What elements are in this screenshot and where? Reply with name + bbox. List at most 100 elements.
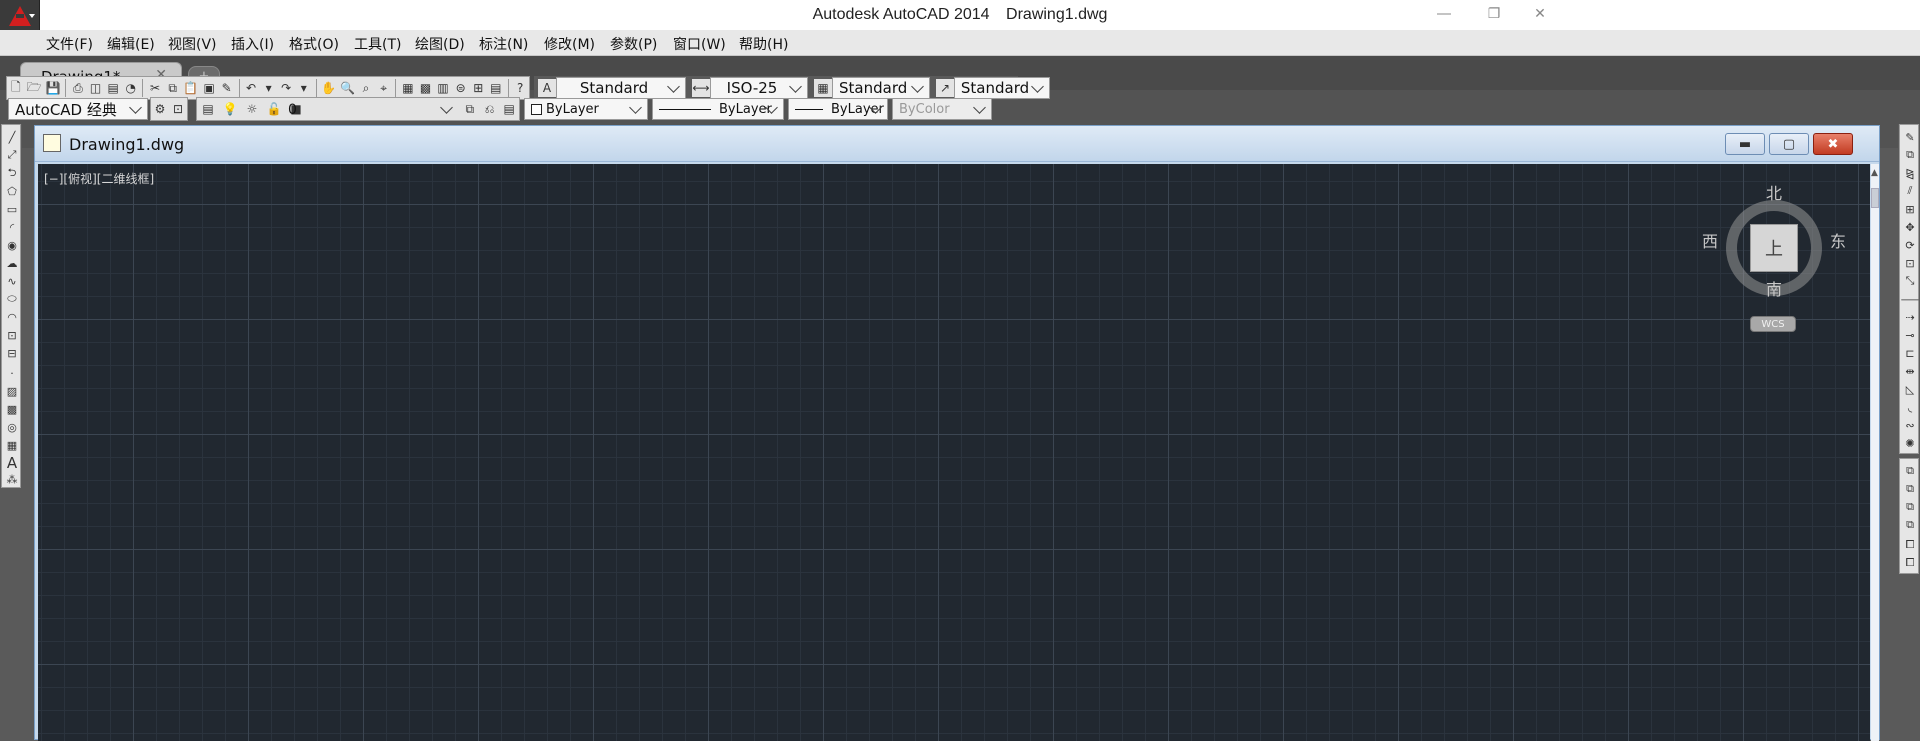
text-style-icon[interactable]: A (538, 79, 556, 97)
array-icon[interactable]: ⊞ (1902, 201, 1918, 217)
help-icon[interactable]: ? (513, 79, 527, 97)
construction-line-icon[interactable]: ⤢ (4, 147, 20, 163)
menu-window[interactable]: 窗口(W) (673, 34, 726, 54)
match-properties-icon[interactable]: ▣ (202, 79, 216, 97)
explode-icon[interactable]: ✺ (1902, 435, 1918, 451)
insert-block-icon[interactable]: ⊡ (4, 327, 20, 343)
model-space-canvas[interactable]: [−][俯视][二维线框] 上 北 南 东 西 WCS (38, 164, 1870, 741)
text-style-select[interactable]: Standard (556, 77, 686, 99)
pan-icon[interactable]: ✋ (321, 79, 336, 97)
move-icon[interactable]: ✥ (1902, 219, 1918, 235)
copy-object-icon[interactable]: ⧉ (1902, 147, 1918, 163)
properties-icon[interactable]: ▦ (401, 79, 415, 97)
tool-palettes-icon[interactable]: ▥ (436, 79, 450, 97)
plot-preview-icon[interactable]: ◫ (89, 79, 103, 97)
mirror-icon[interactable]: ⧎ (1902, 165, 1918, 181)
make-current-layer-icon[interactable]: ⧉ (462, 100, 478, 118)
vertical-scrollbar[interactable]: ▲ (1871, 164, 1879, 741)
drawing-minimize-button[interactable]: ▬ (1725, 133, 1765, 155)
minimize-button[interactable]: ― (1424, 4, 1464, 24)
chamfer-icon[interactable]: ◺ (1902, 381, 1918, 397)
cut-icon[interactable]: ✂ (148, 79, 162, 97)
gradient-icon[interactable]: ▩ (4, 401, 20, 417)
zoom-previous-icon[interactable]: ⌖ (377, 79, 391, 97)
sheet-set-icon[interactable]: ⊜ (454, 79, 468, 97)
zoom-realtime-icon[interactable]: 🔍 (340, 79, 355, 97)
revision-cloud-icon[interactable]: ☁ (4, 255, 20, 271)
stretch-icon[interactable]: ⤡ (1902, 273, 1918, 289)
blend-curves-icon[interactable]: ∾ (1902, 417, 1918, 433)
multileader-style-icon[interactable]: ↗ (936, 79, 954, 97)
zoom-window-icon[interactable]: ⌕ (359, 79, 373, 97)
menu-view[interactable]: 视图(V) (168, 34, 217, 54)
bring-to-front-icon[interactable]: ⧉ (1902, 463, 1918, 479)
add-selected-icon[interactable]: ⁂ (4, 471, 20, 487)
break-icon[interactable]: ⊏ (1902, 345, 1918, 361)
scroll-up-icon[interactable]: ▲ (1871, 168, 1879, 178)
new-icon[interactable]: 🗋 (9, 79, 23, 97)
hatch-icon[interactable]: ▨ (4, 383, 20, 399)
lineweight-select[interactable]: ByLayer (788, 98, 888, 120)
plot-icon[interactable]: ⎙ (71, 79, 85, 97)
compass-west[interactable]: 西 (1702, 228, 1718, 252)
join-icon[interactable]: ⇹ (1902, 363, 1918, 379)
region-icon[interactable]: ◎ (4, 419, 20, 435)
menu-insert[interactable]: 插入(I) (231, 34, 274, 54)
send-to-back-icon[interactable]: ⧉ (1902, 481, 1918, 497)
menu-format[interactable]: 格式(O) (289, 34, 339, 54)
close-button[interactable]: ✕ (1520, 4, 1560, 24)
menu-file[interactable]: 文件(F) (46, 34, 93, 54)
table-style-icon[interactable]: ▦ (814, 79, 832, 97)
ellipse-icon[interactable]: ⬭ (4, 291, 20, 307)
menu-modify[interactable]: 修改(M) (544, 34, 595, 54)
color-select[interactable]: ByLayer (524, 98, 648, 120)
break-at-point-icon[interactable]: ⊸ (1902, 327, 1918, 343)
dim-style-icon[interactable]: ⟷ (692, 79, 710, 97)
menu-edit[interactable]: 编辑(E) (107, 34, 155, 54)
send-under-icon[interactable]: ⧉ (1902, 517, 1918, 533)
linetype-select[interactable]: ByLayer (652, 98, 784, 120)
layer-state-icon[interactable]: ▤ (501, 100, 517, 118)
layer-properties-icon[interactable]: ▤ (199, 100, 217, 118)
viewcube-top-face[interactable]: 上 (1750, 224, 1798, 272)
menu-help[interactable]: 帮助(H) (739, 34, 788, 54)
polygon-icon[interactable]: ⬠ (4, 183, 20, 199)
arc-icon[interactable]: ◜ (4, 219, 20, 235)
undo-icon[interactable]: ↶ (244, 79, 258, 97)
scale-icon[interactable]: ⊡ (1902, 255, 1918, 271)
multiline-text-icon[interactable]: A (4, 454, 20, 472)
polyline-icon[interactable]: ⮌ (4, 165, 20, 181)
offset-icon[interactable]: ⫽ (1902, 183, 1918, 199)
circle-icon[interactable]: ◉ (4, 237, 20, 253)
restore-button[interactable]: ❐ (1474, 4, 1514, 24)
fillet-icon[interactable]: ◟ (1902, 399, 1918, 415)
publish-icon[interactable]: ▤ (106, 79, 120, 97)
menu-draw[interactable]: 绘图(D) (415, 34, 465, 54)
dim-style-select[interactable]: ISO-25 (710, 77, 808, 99)
compass-south[interactable]: 南 (1766, 276, 1782, 300)
extend-icon[interactable]: ⇢ (1902, 309, 1918, 325)
line-icon[interactable]: ╱ (4, 129, 20, 145)
menu-dimension[interactable]: 标注(N) (479, 34, 528, 54)
spline-icon[interactable]: ∿ (4, 273, 20, 289)
save-icon[interactable]: 💾 (45, 79, 60, 97)
design-center-icon[interactable]: ▩ (419, 79, 433, 97)
drawing-close-button[interactable]: ✖ (1813, 133, 1853, 155)
table-icon[interactable]: ▦ (4, 437, 20, 453)
workspace-settings-icon[interactable]: ⊡ (171, 100, 185, 118)
menu-parameters[interactable]: 参数(P) (610, 34, 657, 54)
layer-previous-icon[interactable]: ⎌ (482, 100, 498, 118)
workspace-select[interactable]: AutoCAD 经典 (8, 98, 148, 120)
compass-north[interactable]: 北 (1766, 180, 1782, 204)
bring-above-icon[interactable]: ⧉ (1902, 499, 1918, 515)
viewport-controls-label[interactable]: [−][俯视][二维线框] (44, 170, 154, 187)
3d-print-icon[interactable]: ◔ (124, 79, 138, 97)
layer-select[interactable]: 0 (282, 99, 458, 121)
rotate-icon[interactable]: ⟳ (1902, 237, 1918, 253)
gear-icon[interactable]: ⚙ (153, 100, 167, 118)
trim-icon[interactable]: ⸺ (1901, 291, 1919, 307)
menu-tools[interactable]: 工具(T) (354, 34, 401, 54)
rectangle-icon[interactable]: ▭ (4, 201, 20, 217)
viewcube[interactable]: 上 北 南 东 西 WCS (1698, 180, 1848, 340)
erase-icon[interactable]: ✎ (1902, 129, 1918, 145)
